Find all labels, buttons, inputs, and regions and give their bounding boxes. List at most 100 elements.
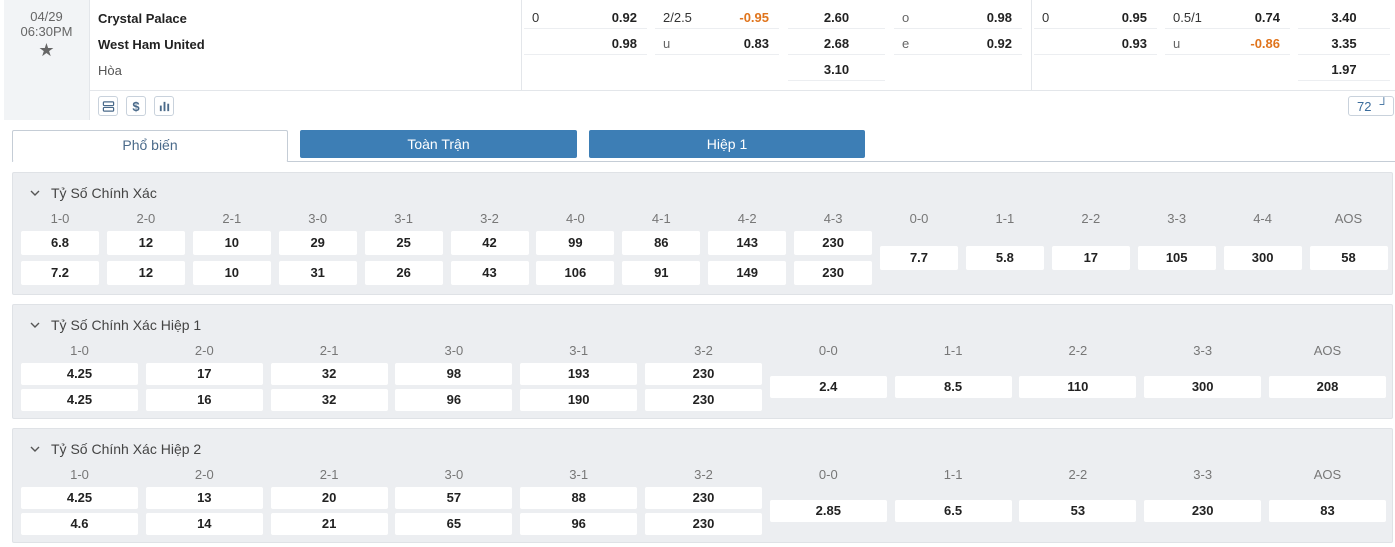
expand-corner-icon: ┘	[1379, 97, 1388, 111]
odds-cell-draw[interactable]: 7.7	[880, 246, 958, 270]
odds-cell-away[interactable]: 16	[145, 389, 263, 411]
odds-cell-away[interactable]: 230	[645, 389, 762, 411]
odds-cell[interactable]: 2.68	[788, 32, 885, 55]
odds-cell-home[interactable]: 193	[520, 363, 638, 385]
odds-cell-home[interactable]: 230	[794, 231, 873, 255]
odds-cell[interactable]: 3.10	[788, 58, 885, 81]
odds-cell-away[interactable]: 7.2	[21, 261, 99, 285]
odds-cell-away[interactable]: 230	[794, 261, 873, 285]
odds-cell-draw[interactable]: 110	[1019, 376, 1137, 398]
chevron-down-icon[interactable]	[27, 185, 43, 201]
odds-cell-home[interactable]: 143	[708, 231, 787, 255]
odds-cell-draw[interactable]: 53	[1019, 500, 1137, 522]
odds-cell[interactable]: 3.40	[1298, 6, 1390, 29]
section-title: Tỷ Số Chính Xác Hiệp 2	[51, 441, 202, 457]
odds-cell-draw[interactable]: 208	[1269, 376, 1386, 398]
odds-cell-home[interactable]: 4.25	[21, 363, 138, 385]
score-label: 2-2	[1081, 211, 1101, 226]
odds-cell-home[interactable]: 230	[645, 487, 762, 509]
layout-toggle-button[interactable]	[98, 96, 118, 116]
odds-cell-draw[interactable]: 83	[1269, 500, 1386, 522]
odds-cell-draw[interactable]: 300	[1144, 376, 1262, 398]
odds-cell-away[interactable]: 96	[395, 389, 513, 411]
odds-cell[interactable]: o 0.98	[894, 6, 1022, 29]
odds-cell-home[interactable]: 99	[536, 231, 615, 255]
odds-cell-away[interactable]: 32	[270, 389, 388, 411]
odds-cell[interactable]: u -0.86	[1165, 32, 1290, 55]
odds-cell-home[interactable]: 230	[645, 363, 762, 385]
odds-cell-home[interactable]: 98	[395, 363, 513, 385]
odds-cell-home[interactable]: 57	[395, 487, 513, 509]
odds-cell[interactable]: 0 0.92	[524, 6, 647, 29]
tab-first-half[interactable]: Hiệp 1	[589, 130, 865, 158]
odds-cell-home[interactable]: 29	[278, 231, 357, 255]
odds-cell[interactable]: 0.93	[1034, 32, 1157, 55]
odds-cell-away[interactable]: 149	[708, 261, 787, 285]
odds-cell-draw[interactable]: 8.5	[894, 376, 1012, 398]
row-divider	[90, 90, 1395, 91]
odds-cell[interactable]: 1.97	[1298, 58, 1390, 81]
odds-cell-draw[interactable]: 230	[1144, 500, 1262, 522]
odds-value: 0.83	[743, 36, 769, 51]
odds-cell-away[interactable]: 21	[270, 513, 388, 535]
odds-cell-home[interactable]: 42	[450, 231, 529, 255]
odds-cell[interactable]: e 0.92	[894, 32, 1022, 55]
odds-cell-draw[interactable]: 17	[1051, 246, 1130, 270]
odds-cell-away[interactable]: 26	[364, 261, 443, 285]
odds-cell-draw[interactable]: 105	[1137, 246, 1216, 270]
odds-cell[interactable]: 2/2.5 -0.95	[655, 6, 779, 29]
odds-cell-away[interactable]: 106	[536, 261, 615, 285]
odds-cell-home[interactable]: 13	[145, 487, 263, 509]
odds-cell-home[interactable]: 6.8	[21, 231, 99, 255]
odds-cell-home[interactable]: 20	[270, 487, 388, 509]
score-label: 3-1	[569, 467, 589, 482]
score-label: 3-1	[394, 211, 413, 226]
odds-cell-away[interactable]: 190	[520, 389, 638, 411]
odds-cell-home[interactable]: 88	[520, 487, 638, 509]
odds-handicap-label: 0.5/1	[1173, 10, 1202, 25]
odds-cell-away[interactable]: 65	[395, 513, 513, 535]
more-markets-button[interactable]: 72 ┘	[1348, 96, 1394, 116]
tab-full-time[interactable]: Toàn Trận	[300, 130, 577, 158]
odds-cell-home[interactable]: 17	[145, 363, 263, 385]
odds-cell-draw[interactable]: 5.8	[965, 246, 1044, 270]
odds-cell[interactable]: 0.98	[524, 32, 647, 55]
odds-cell-draw[interactable]: 58	[1309, 246, 1388, 270]
odds-cell[interactable]: u 0.83	[655, 32, 779, 55]
odds-cell-away[interactable]: 96	[520, 513, 638, 535]
odds-cell-home[interactable]: 32	[270, 363, 388, 385]
odds-cell-home[interactable]: 12	[106, 231, 185, 255]
odds-cell[interactable]: 3.35	[1298, 32, 1390, 55]
odds-cell-draw[interactable]: 300	[1223, 246, 1302, 270]
odds-cell-home[interactable]: 10	[192, 231, 271, 255]
market-count: 72	[1357, 99, 1372, 114]
odds-handicap-label: u	[663, 36, 671, 51]
odds-cell-home[interactable]: 25	[364, 231, 443, 255]
odds-cell[interactable]: 2.60	[788, 6, 885, 29]
odds-cell-away[interactable]: 10	[192, 261, 271, 285]
odds-button[interactable]: $	[126, 96, 146, 116]
odds-cell-away[interactable]: 12	[106, 261, 185, 285]
odds-cell[interactable]: 0 0.95	[1034, 6, 1157, 29]
tab-popular[interactable]: Phổ biến	[12, 130, 288, 162]
chevron-down-icon[interactable]	[27, 441, 43, 457]
odds-cell-home[interactable]: 86	[622, 231, 701, 255]
odds-cell-draw[interactable]: 6.5	[894, 500, 1012, 522]
odds-cell-away[interactable]: 43	[450, 261, 529, 285]
stats-button[interactable]	[154, 96, 174, 116]
odds-cell-draw[interactable]: 2.85	[769, 500, 887, 522]
odds-cell-away[interactable]: 230	[645, 513, 762, 535]
score-label: 2-1	[319, 343, 339, 358]
odds-cell-away[interactable]: 14	[145, 513, 263, 535]
chevron-down-icon[interactable]	[27, 317, 43, 333]
odds-cell-home[interactable]: 4.25	[21, 487, 138, 509]
odds-cell-draw[interactable]: 2.4	[769, 376, 887, 398]
odds-cell-away[interactable]: 91	[622, 261, 701, 285]
odds-cell-away[interactable]: 4.25	[21, 389, 138, 411]
odds-cell-away[interactable]: 4.6	[21, 513, 138, 535]
dollar-icon: $	[132, 98, 140, 114]
odds-cell[interactable]: 0.5/1 0.74	[1165, 6, 1290, 29]
score-label: 2-1	[222, 211, 242, 226]
favorite-star-icon[interactable]: ★	[4, 40, 89, 61]
odds-cell-away[interactable]: 31	[278, 261, 357, 285]
